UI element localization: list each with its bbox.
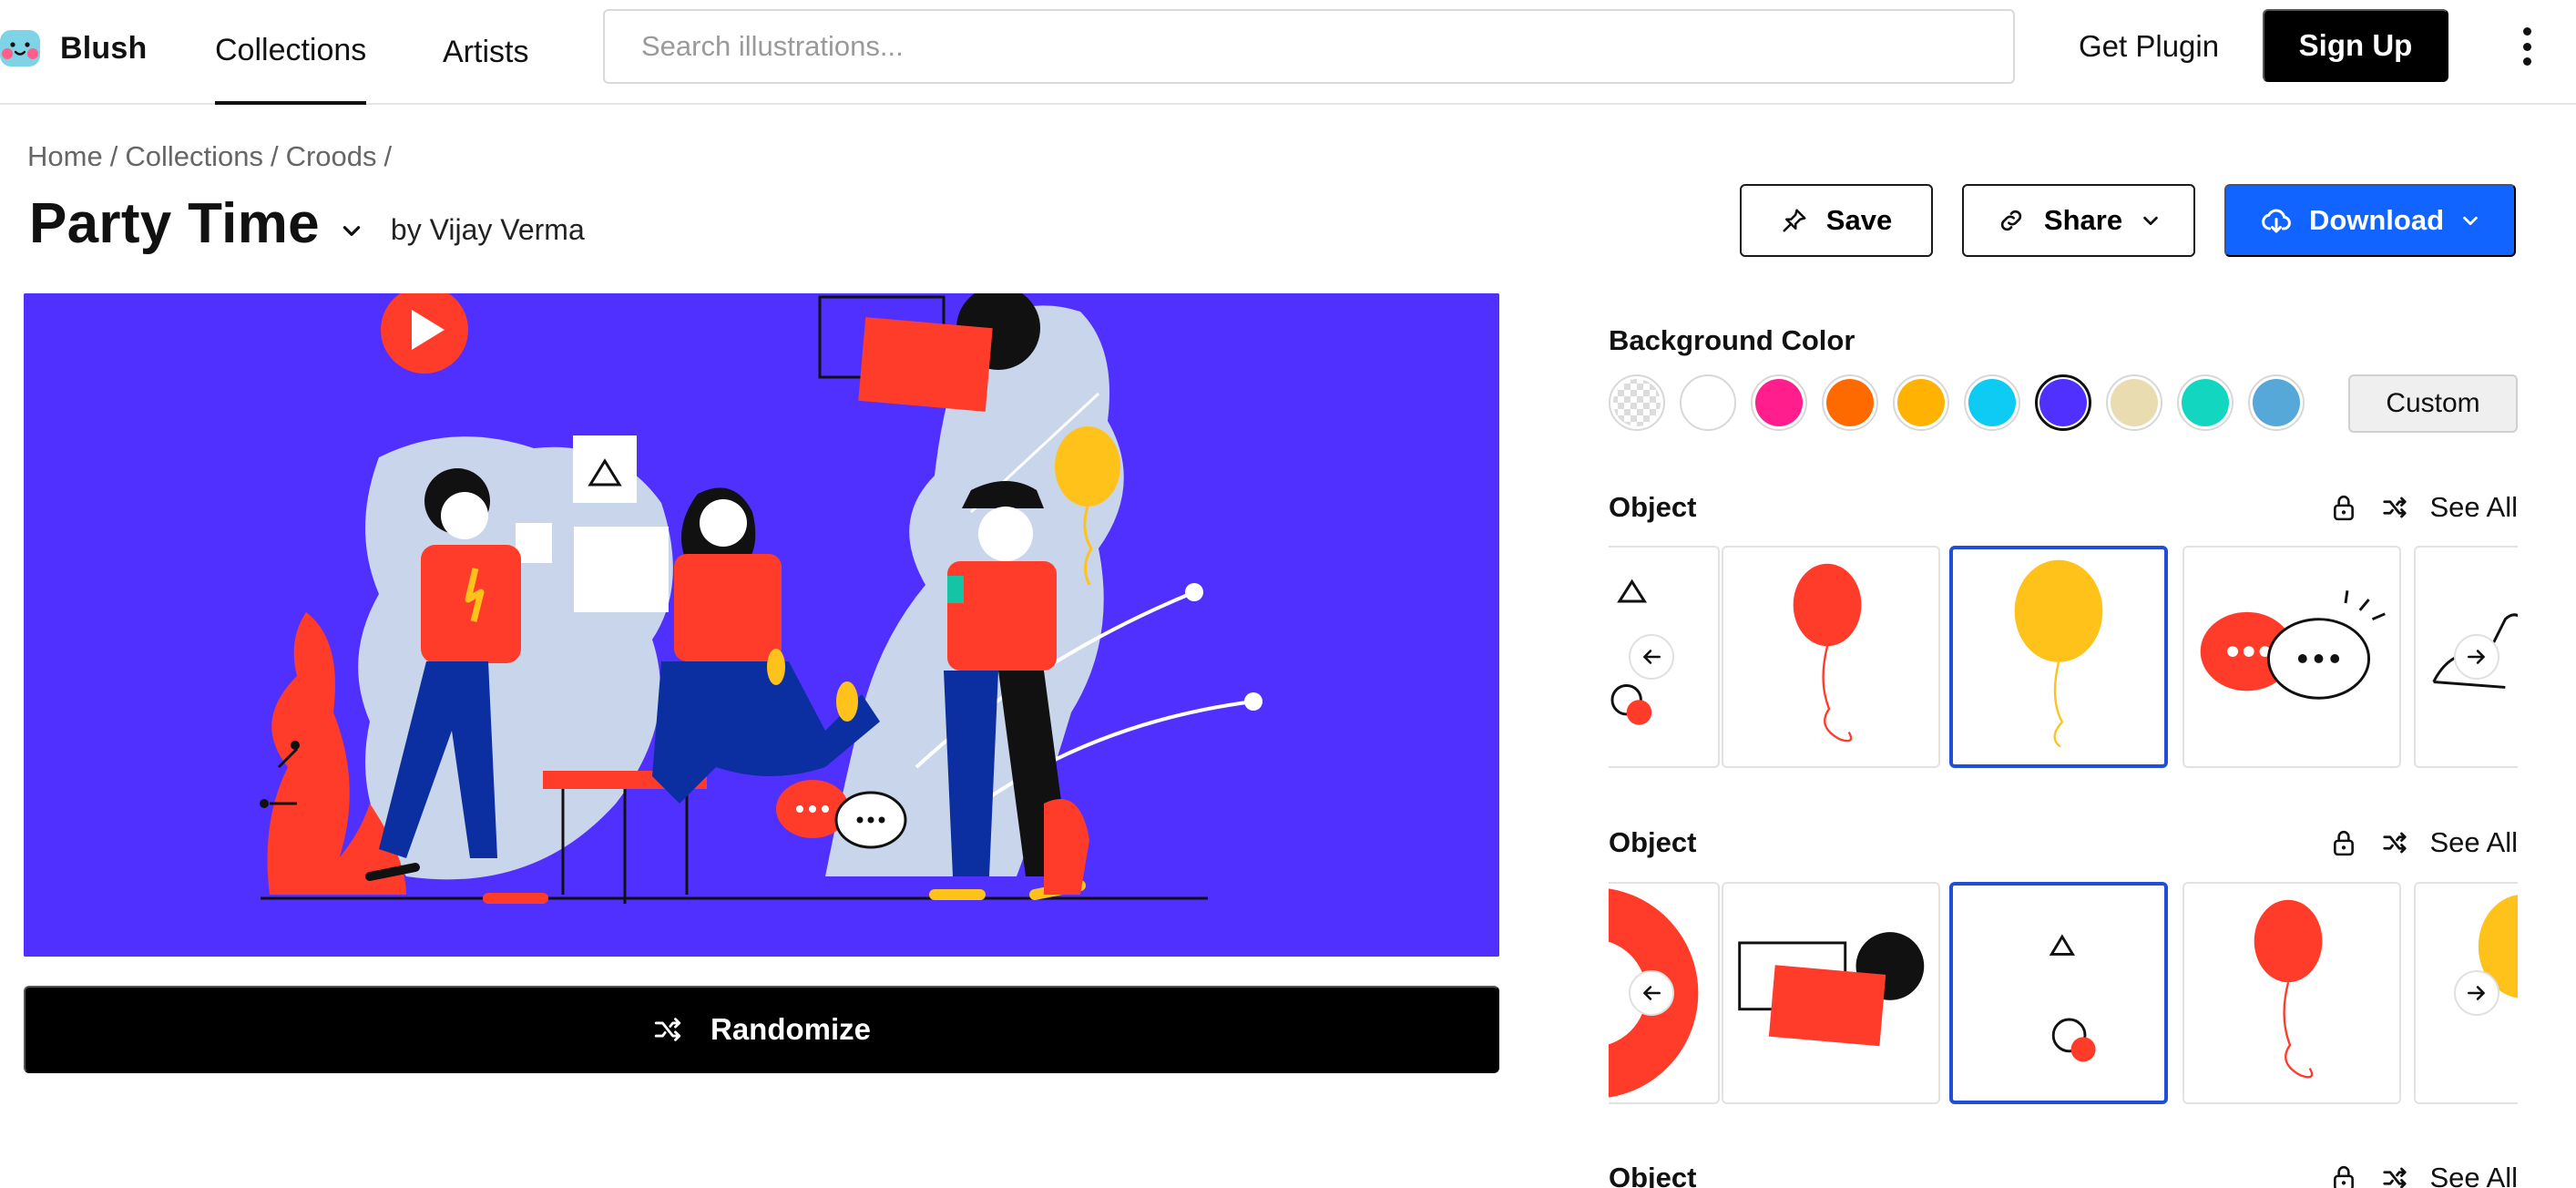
section-label: Object bbox=[1609, 1162, 1697, 1188]
download-label: Download bbox=[2308, 204, 2445, 236]
breadcrumb-collections[interactable]: Collections bbox=[125, 140, 263, 172]
arrow-left-icon bbox=[1643, 650, 1661, 664]
swatch-orange[interactable] bbox=[1822, 374, 1878, 431]
search-bar[interactable] bbox=[603, 9, 2015, 84]
app-name: Blush bbox=[60, 30, 148, 66]
background-swatches bbox=[1609, 374, 2305, 431]
download-button[interactable]: Download bbox=[2224, 184, 2516, 257]
carousel-prev-button[interactable] bbox=[1629, 634, 1674, 680]
object-tile[interactable] bbox=[2182, 882, 2401, 1104]
object-tile-selected[interactable] bbox=[1949, 882, 2168, 1104]
swatch-violet[interactable] bbox=[2035, 374, 2091, 431]
shuffle-icon bbox=[654, 1018, 681, 1041]
randomize-label: Randomize bbox=[710, 1012, 872, 1046]
see-all-link[interactable]: See All bbox=[2429, 491, 2518, 524]
object-carousel bbox=[1609, 546, 2518, 768]
carousel-next-button[interactable] bbox=[2454, 970, 2499, 1016]
cloud-download-icon bbox=[2262, 209, 2291, 233]
lock-icon[interactable] bbox=[2327, 491, 2360, 524]
breadcrumb-croods[interactable]: Croods bbox=[286, 140, 377, 172]
shuffle-icon[interactable] bbox=[2378, 1162, 2411, 1188]
blush-logo-icon bbox=[0, 28, 40, 68]
see-all-link[interactable]: See All bbox=[2429, 1162, 2518, 1188]
breadcrumb: Home / Collections / Croods / bbox=[27, 140, 393, 172]
arrow-right-icon bbox=[2468, 650, 2485, 664]
arrow-left-icon bbox=[1643, 986, 1661, 1000]
chevron-down-icon[interactable] bbox=[340, 219, 363, 242]
party-time-illustration bbox=[24, 293, 1499, 957]
nav-collections[interactable]: Collections bbox=[215, 0, 367, 105]
object-carousel bbox=[1609, 882, 2518, 1104]
page-title: Party Time bbox=[29, 191, 320, 255]
nav-artists[interactable]: Artists bbox=[443, 0, 528, 105]
author-byline[interactable]: by Vijay Verma bbox=[391, 213, 585, 247]
swatch-transparent[interactable] bbox=[1609, 374, 1665, 431]
top-navigation: Blush Collections Artists Get Plugin Sig… bbox=[0, 0, 2576, 105]
object-tile[interactable] bbox=[1722, 546, 1940, 768]
link-icon bbox=[2000, 210, 2022, 231]
save-label: Save bbox=[1825, 204, 1893, 236]
swatch-white[interactable] bbox=[1680, 374, 1736, 431]
share-label: Share bbox=[2043, 204, 2123, 236]
section-label: Object bbox=[1609, 826, 1697, 858]
get-plugin-link[interactable]: Get Plugin bbox=[2079, 26, 2219, 67]
object-section-header: Object See All bbox=[1609, 1155, 2518, 1188]
carousel-prev-button[interactable] bbox=[1629, 970, 1674, 1016]
object-tile[interactable] bbox=[2182, 546, 2401, 768]
pin-icon bbox=[1783, 209, 1806, 232]
lock-icon[interactable] bbox=[2327, 1162, 2360, 1188]
illustration-preview bbox=[24, 293, 1499, 957]
swatch-cyan[interactable] bbox=[1964, 374, 2020, 431]
title-row: Party Time by Vijay Verma bbox=[29, 187, 585, 260]
more-options-icon[interactable] bbox=[2514, 22, 2540, 71]
carousel-next-button[interactable] bbox=[2454, 634, 2499, 680]
arrow-right-icon bbox=[2468, 986, 2485, 1000]
object-section-header: Object See All bbox=[1609, 820, 2518, 865]
swatch-amber[interactable] bbox=[1893, 374, 1949, 431]
save-button[interactable]: Save bbox=[1740, 184, 1933, 257]
randomize-button[interactable]: Randomize bbox=[24, 986, 1499, 1073]
section-label: Object bbox=[1609, 491, 1697, 523]
swatch-teal[interactable] bbox=[2177, 374, 2234, 431]
swatch-pink[interactable] bbox=[1751, 374, 1807, 431]
object-tile[interactable] bbox=[1722, 882, 1940, 1104]
chevron-down-icon bbox=[2143, 216, 2158, 226]
lock-icon[interactable] bbox=[2327, 826, 2360, 859]
custom-color-button[interactable]: Custom bbox=[2348, 374, 2518, 433]
object-tile-selected[interactable] bbox=[1949, 546, 2168, 768]
chevron-down-icon bbox=[2463, 216, 2478, 226]
shuffle-icon[interactable] bbox=[2378, 491, 2411, 524]
logo[interactable]: Blush bbox=[0, 26, 147, 71]
swatch-sand[interactable] bbox=[2106, 374, 2162, 431]
background-color-heading: Background Color bbox=[1609, 324, 1855, 356]
share-button[interactable]: Share bbox=[1962, 184, 2195, 257]
breadcrumb-home[interactable]: Home bbox=[27, 140, 103, 172]
swatch-sky[interactable] bbox=[2248, 374, 2305, 431]
sign-up-button[interactable]: Sign Up bbox=[2263, 9, 2448, 82]
see-all-link[interactable]: See All bbox=[2429, 826, 2518, 859]
search-input[interactable] bbox=[605, 11, 2013, 82]
shuffle-icon[interactable] bbox=[2378, 826, 2411, 859]
object-section-header: Object See All bbox=[1609, 485, 2518, 530]
